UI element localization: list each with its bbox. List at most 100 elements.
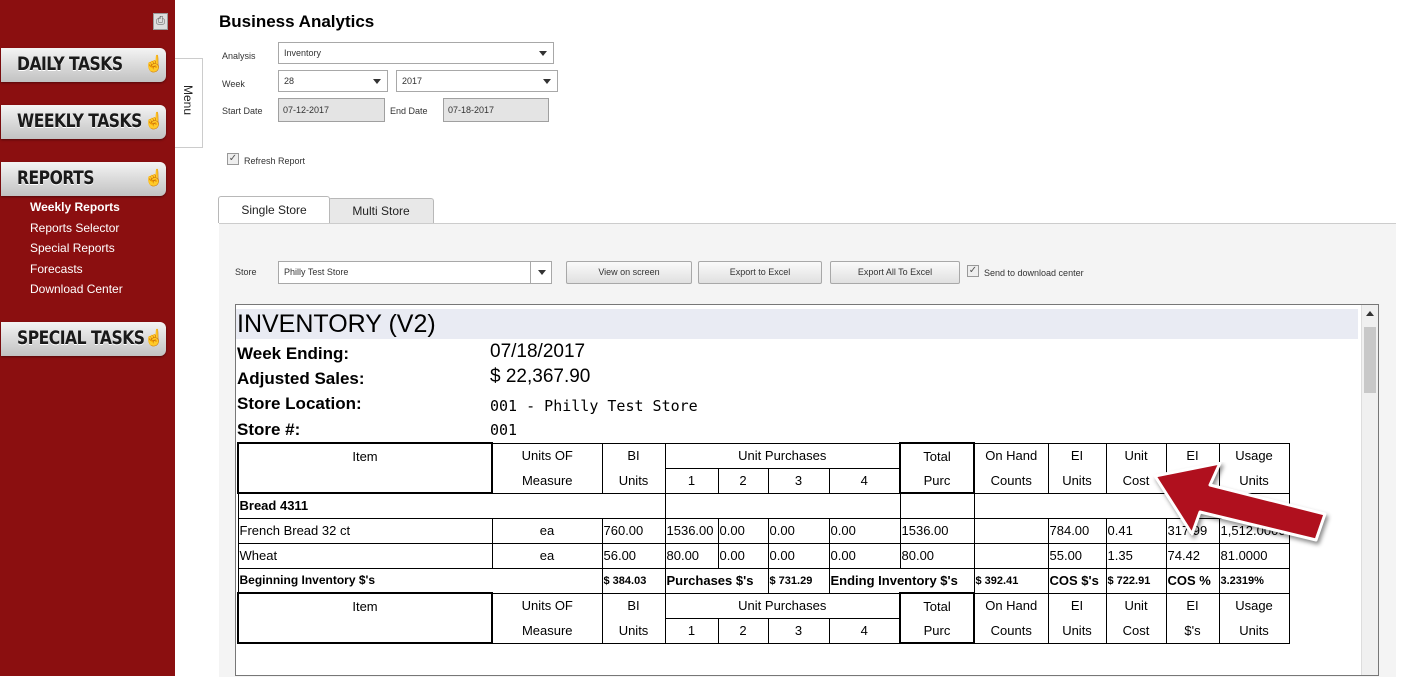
col-ei-dollars: EI: [1165, 592, 1220, 618]
col-ei-2: Units: [1047, 618, 1107, 644]
store-number-label: Store #:: [237, 420, 301, 439]
analysis-value: Inventory: [284, 48, 322, 58]
week-select[interactable]: 28: [278, 70, 388, 92]
row-p3: 0.00: [767, 542, 830, 569]
store-location-value: 001 - Philly Test Store: [490, 397, 698, 415]
col-bi: BI: [601, 592, 666, 618]
week-ending-value: 07/18/2017: [490, 341, 586, 362]
export-to-excel-button[interactable]: Export to Excel: [698, 261, 822, 284]
row-p1: 1536.00: [664, 517, 719, 544]
weekly-tasks-label: WEEKLY TASKS: [17, 110, 142, 132]
row-on-hand: [973, 542, 1049, 569]
page-title: Business Analytics: [219, 12, 375, 31]
col-p1: 1: [664, 467, 719, 494]
report-scrollbar[interactable]: [1361, 305, 1378, 675]
col-uom-2: Measure: [491, 468, 603, 494]
category-label: Bread 4311: [237, 492, 666, 519]
sidebar-item-forecasts[interactable]: Forecasts: [30, 262, 83, 276]
send-to-download-center-checkbox[interactable]: ✓: [967, 265, 979, 277]
row-bi: 760.00: [601, 517, 666, 544]
chevron-down-icon: [373, 79, 381, 84]
col-unit-cost-2: Cost: [1105, 618, 1167, 644]
reports-button[interactable]: REPORTS ☝: [1, 162, 166, 196]
scroll-up-icon[interactable]: [1366, 311, 1374, 316]
start-date-field[interactable]: 07-12-2017: [278, 98, 385, 122]
col-on-hand: On Hand: [973, 592, 1049, 618]
export-all-to-excel-button[interactable]: Export All To Excel: [830, 261, 960, 284]
table-cell: [237, 468, 493, 494]
row-total: 1536.00: [899, 517, 975, 544]
table-header-row: Measure Units 1 2 3 4 Purc Counts Units …: [237, 617, 1290, 644]
tab-single-store[interactable]: Single Store: [218, 196, 330, 223]
pointing-hand-icon: ☝: [144, 330, 164, 347]
pointing-hand-icon: ☝: [144, 113, 164, 130]
sidebar-item-special-reports[interactable]: Special Reports: [30, 241, 115, 255]
table-header-row: Item Units OF BI Unit Purchases Total On…: [237, 442, 1290, 469]
end-date-label: End Date: [390, 106, 428, 116]
col-p4: 4: [828, 617, 901, 644]
refresh-report-checkbox[interactable]: ✓: [227, 153, 239, 165]
week-ending-label: Week Ending:: [237, 344, 350, 363]
special-tasks-label: SPECIAL TASKS: [17, 327, 145, 349]
ending-inventory-value: $ 392.41: [973, 567, 1049, 594]
daily-tasks-label: DAILY TASKS: [17, 53, 123, 75]
beginning-inventory-label: Beginning Inventory $'s: [237, 567, 603, 594]
pointing-hand-icon: ☝: [144, 56, 164, 73]
store-number-value: 001: [490, 421, 518, 439]
printer-icon[interactable]: ⎙: [153, 13, 168, 30]
year-select[interactable]: 2017: [396, 70, 558, 92]
col-p2: 2: [717, 617, 769, 644]
cos-percent-label: COS %: [1165, 567, 1220, 594]
end-date-field[interactable]: 07-18-2017: [443, 98, 549, 122]
sidebar-item-reports-selector[interactable]: Reports Selector: [30, 221, 119, 235]
row-on-hand: [973, 517, 1049, 544]
pointing-hand-icon: ☝: [144, 170, 164, 187]
table-cell: [899, 492, 975, 519]
col-total: Total: [899, 442, 975, 468]
adjusted-sales-value: $ 22,367.90: [490, 366, 591, 387]
adjusted-sales-label: Adjusted Sales:: [237, 369, 365, 388]
col-uom-2: Measure: [491, 618, 603, 644]
scroll-thumb[interactable]: [1364, 327, 1376, 393]
sidebar-item-weekly-reports[interactable]: Weekly Reports: [30, 200, 120, 214]
col-bi: BI: [601, 442, 666, 468]
table-cell: [664, 492, 901, 519]
store-select-button[interactable]: [530, 262, 551, 283]
col-on-hand-2: Counts: [973, 618, 1049, 644]
weekly-tasks-button[interactable]: WEEKLY TASKS ☝: [1, 105, 166, 139]
menu-tab[interactable]: Menu: [175, 58, 203, 148]
col-ei: EI: [1047, 442, 1107, 468]
analysis-label: Analysis: [222, 51, 256, 61]
table-cell: [237, 618, 493, 644]
col-usage: Usage: [1218, 592, 1290, 618]
col-total-2: Purc: [899, 618, 975, 644]
view-on-screen-button[interactable]: View on screen: [566, 261, 692, 284]
store-select[interactable]: Philly Test Store: [278, 261, 552, 284]
tab-multi-store[interactable]: Multi Store: [328, 198, 434, 223]
store-label: Store: [235, 267, 257, 277]
col-on-hand: On Hand: [973, 442, 1049, 468]
send-to-download-center-label: Send to download center: [984, 268, 1084, 278]
col-unit-cost: Unit: [1105, 592, 1167, 618]
chevron-down-icon: [539, 51, 547, 56]
col-p3: 3: [767, 617, 830, 644]
refresh-report-label: Refresh Report: [244, 156, 306, 166]
daily-tasks-button[interactable]: DAILY TASKS ☝: [1, 48, 166, 82]
row-p4: 0.00: [828, 542, 901, 569]
start-date-label: Start Date: [222, 106, 263, 116]
sidebar: ⎙ DAILY TASKS ☝ WEEKLY TASKS ☝ REPORTS ☝…: [0, 0, 175, 676]
sidebar-item-download-center[interactable]: Download Center: [30, 282, 123, 296]
col-unit-purchases: Unit Purchases: [664, 442, 901, 469]
chevron-down-icon: [543, 79, 551, 84]
row-bi: 56.00: [601, 542, 666, 569]
annotation-arrow-icon: [1153, 462, 1327, 542]
col-bi-2: Units: [601, 468, 666, 494]
beginning-inventory-value: $ 384.03: [601, 567, 666, 594]
special-tasks-button[interactable]: SPECIAL TASKS ☝: [1, 322, 166, 356]
row-item: Wheat: [237, 542, 493, 569]
row-p4: 0.00: [828, 517, 901, 544]
col-p2: 2: [717, 467, 769, 494]
analysis-select[interactable]: Inventory: [278, 42, 554, 64]
row-p1: 80.00: [664, 542, 719, 569]
week-label: Week: [222, 79, 245, 89]
